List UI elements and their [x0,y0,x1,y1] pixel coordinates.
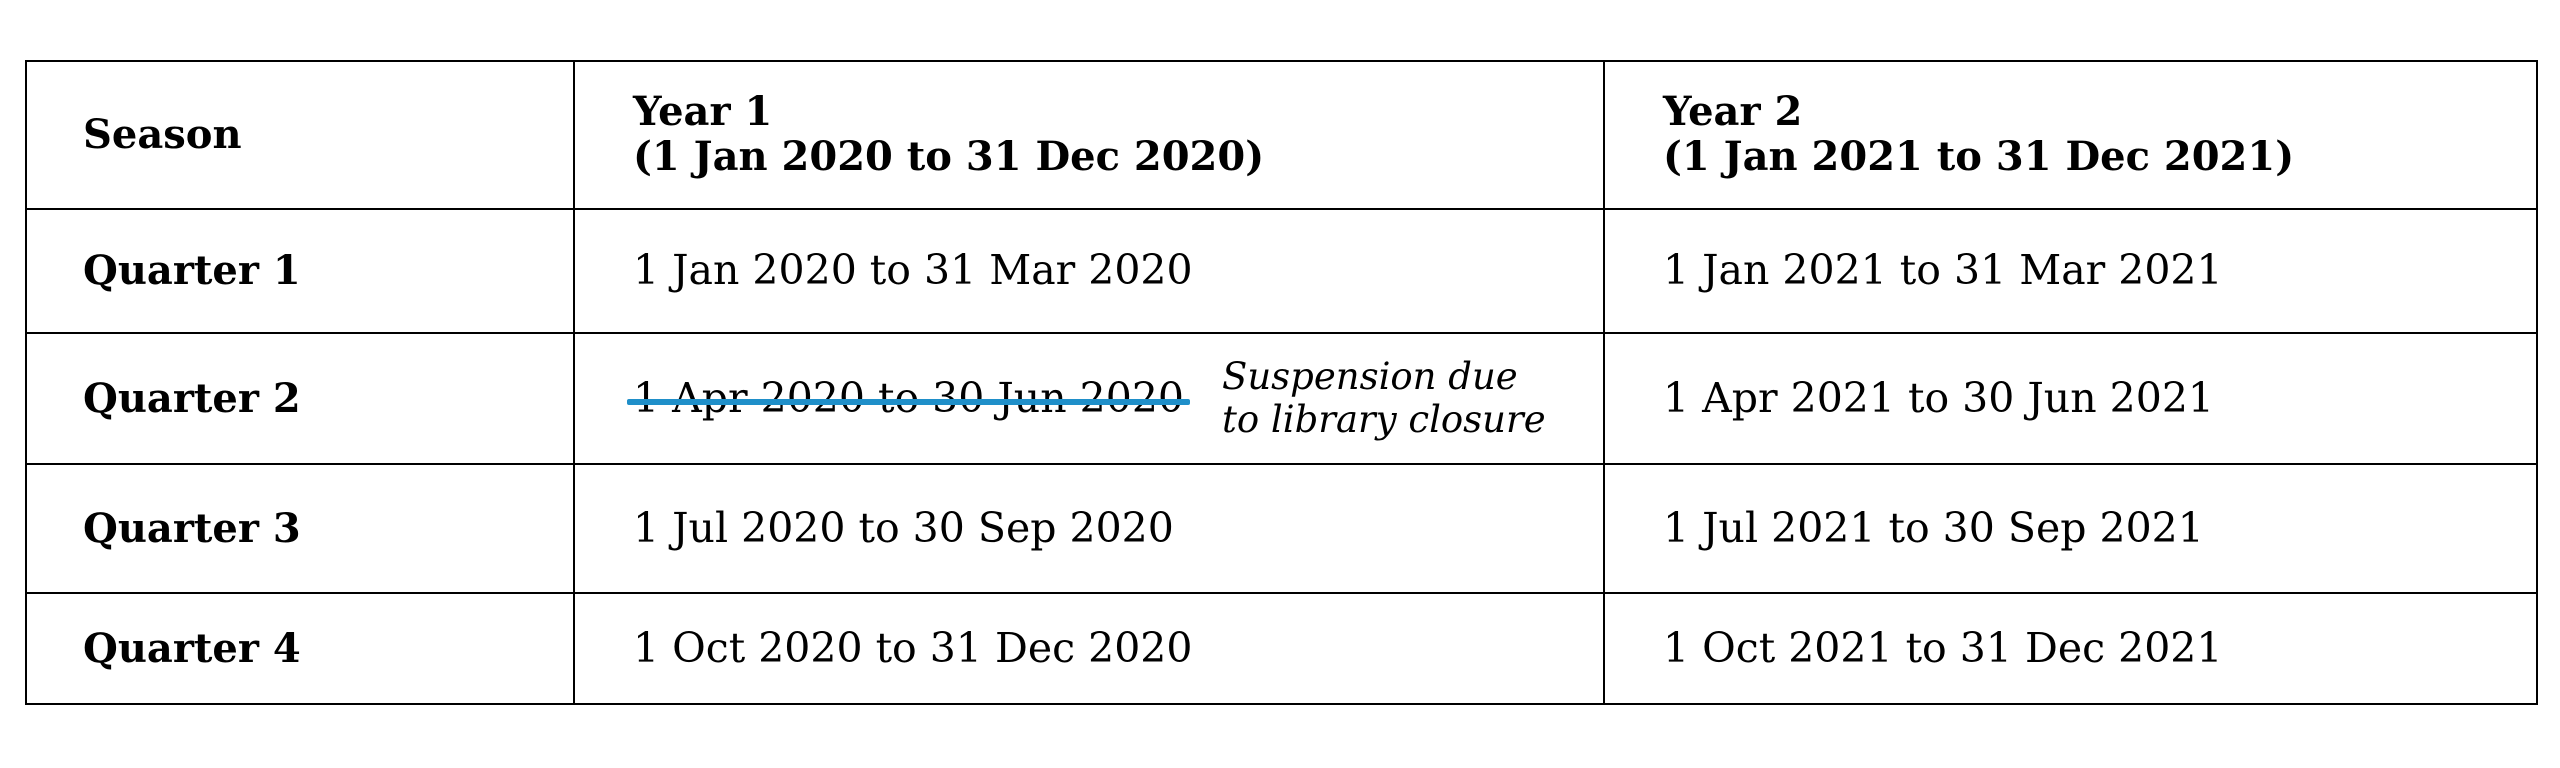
year2-cell: 1 Jan 2021 to 31 Mar 2021 [1603,208,2538,334]
header-year2-cell: Year 2 (1 Jan 2021 to 31 Dec 2021) [1603,60,2538,210]
year2-date: 1 Oct 2021 to 31 Dec 2021 [1663,623,2223,672]
year1-cell: 1 Apr 2020 to 30 Jun 2020 Suspension due… [573,332,1605,465]
table-row: Quarter 4 1 Oct 2020 to 31 Dec 2020 1 Oc… [25,592,2538,705]
table-row: Quarter 3 1 Jul 2020 to 30 Sep 2020 1 Ju… [25,463,2538,594]
table-row: Quarter 1 1 Jan 2020 to 31 Mar 2020 1 Ja… [25,208,2538,334]
year2-cell: 1 Apr 2021 to 30 Jun 2021 [1603,332,2538,465]
header-season-cell: Season [25,60,575,210]
header-year1-cell: Year 1 (1 Jan 2020 to 31 Dec 2020) [573,60,1605,210]
year2-cell: 1 Jul 2021 to 30 Sep 2021 [1603,463,2538,594]
year1-date-struck: 1 Apr 2020 to 30 Jun 2020 [627,373,1190,422]
season-label: Quarter 2 [83,374,301,422]
year1-cell: 1 Jan 2020 to 31 Mar 2020 [573,208,1605,334]
season-cell: Quarter 1 [25,208,575,334]
year2-date: 1 Apr 2021 to 30 Jun 2021 [1663,373,2214,422]
season-cell: Quarter 2 [25,332,575,465]
season-cell: Quarter 4 [25,592,575,705]
year1-date: 1 Oct 2020 to 31 Dec 2020 [633,623,1193,672]
header-year2-title: Year 2 [1663,88,1803,136]
header-season-label: Season [83,111,242,159]
season-label: Quarter 1 [83,247,301,295]
schedule-table: Season Year 1 (1 Jan 2020 to 31 Dec 2020… [25,60,2538,705]
suspension-note: Suspension due to library closure [1222,354,1546,441]
table-row: Quarter 2 1 Apr 2020 to 30 Jun 2020 Susp… [25,332,2538,465]
season-label: Quarter 4 [83,624,301,672]
season-cell: Quarter 3 [25,463,575,594]
header-year1-title: Year 1 [633,88,773,136]
season-label: Quarter 3 [83,504,301,552]
year1-cell: 1 Jul 2020 to 30 Sep 2020 [573,463,1605,594]
year2-date: 1 Jul 2021 to 30 Sep 2021 [1663,503,2204,552]
header-year1-range: (1 Jan 2020 to 31 Dec 2020) [633,133,1265,180]
year2-date: 1 Jan 2021 to 31 Mar 2021 [1663,246,2223,295]
header-year2-range: (1 Jan 2021 to 31 Dec 2021) [1663,133,2295,180]
suspended-period: 1 Apr 2020 to 30 Jun 2020 Suspension due… [627,354,1603,441]
header-row: Season Year 1 (1 Jan 2020 to 31 Dec 2020… [25,60,2538,210]
year1-date: 1 Jan 2020 to 31 Mar 2020 [633,246,1193,295]
year1-date: 1 Jul 2020 to 30 Sep 2020 [633,503,1174,552]
year1-cell: 1 Oct 2020 to 31 Dec 2020 [573,592,1605,705]
year2-cell: 1 Oct 2021 to 31 Dec 2021 [1603,592,2538,705]
